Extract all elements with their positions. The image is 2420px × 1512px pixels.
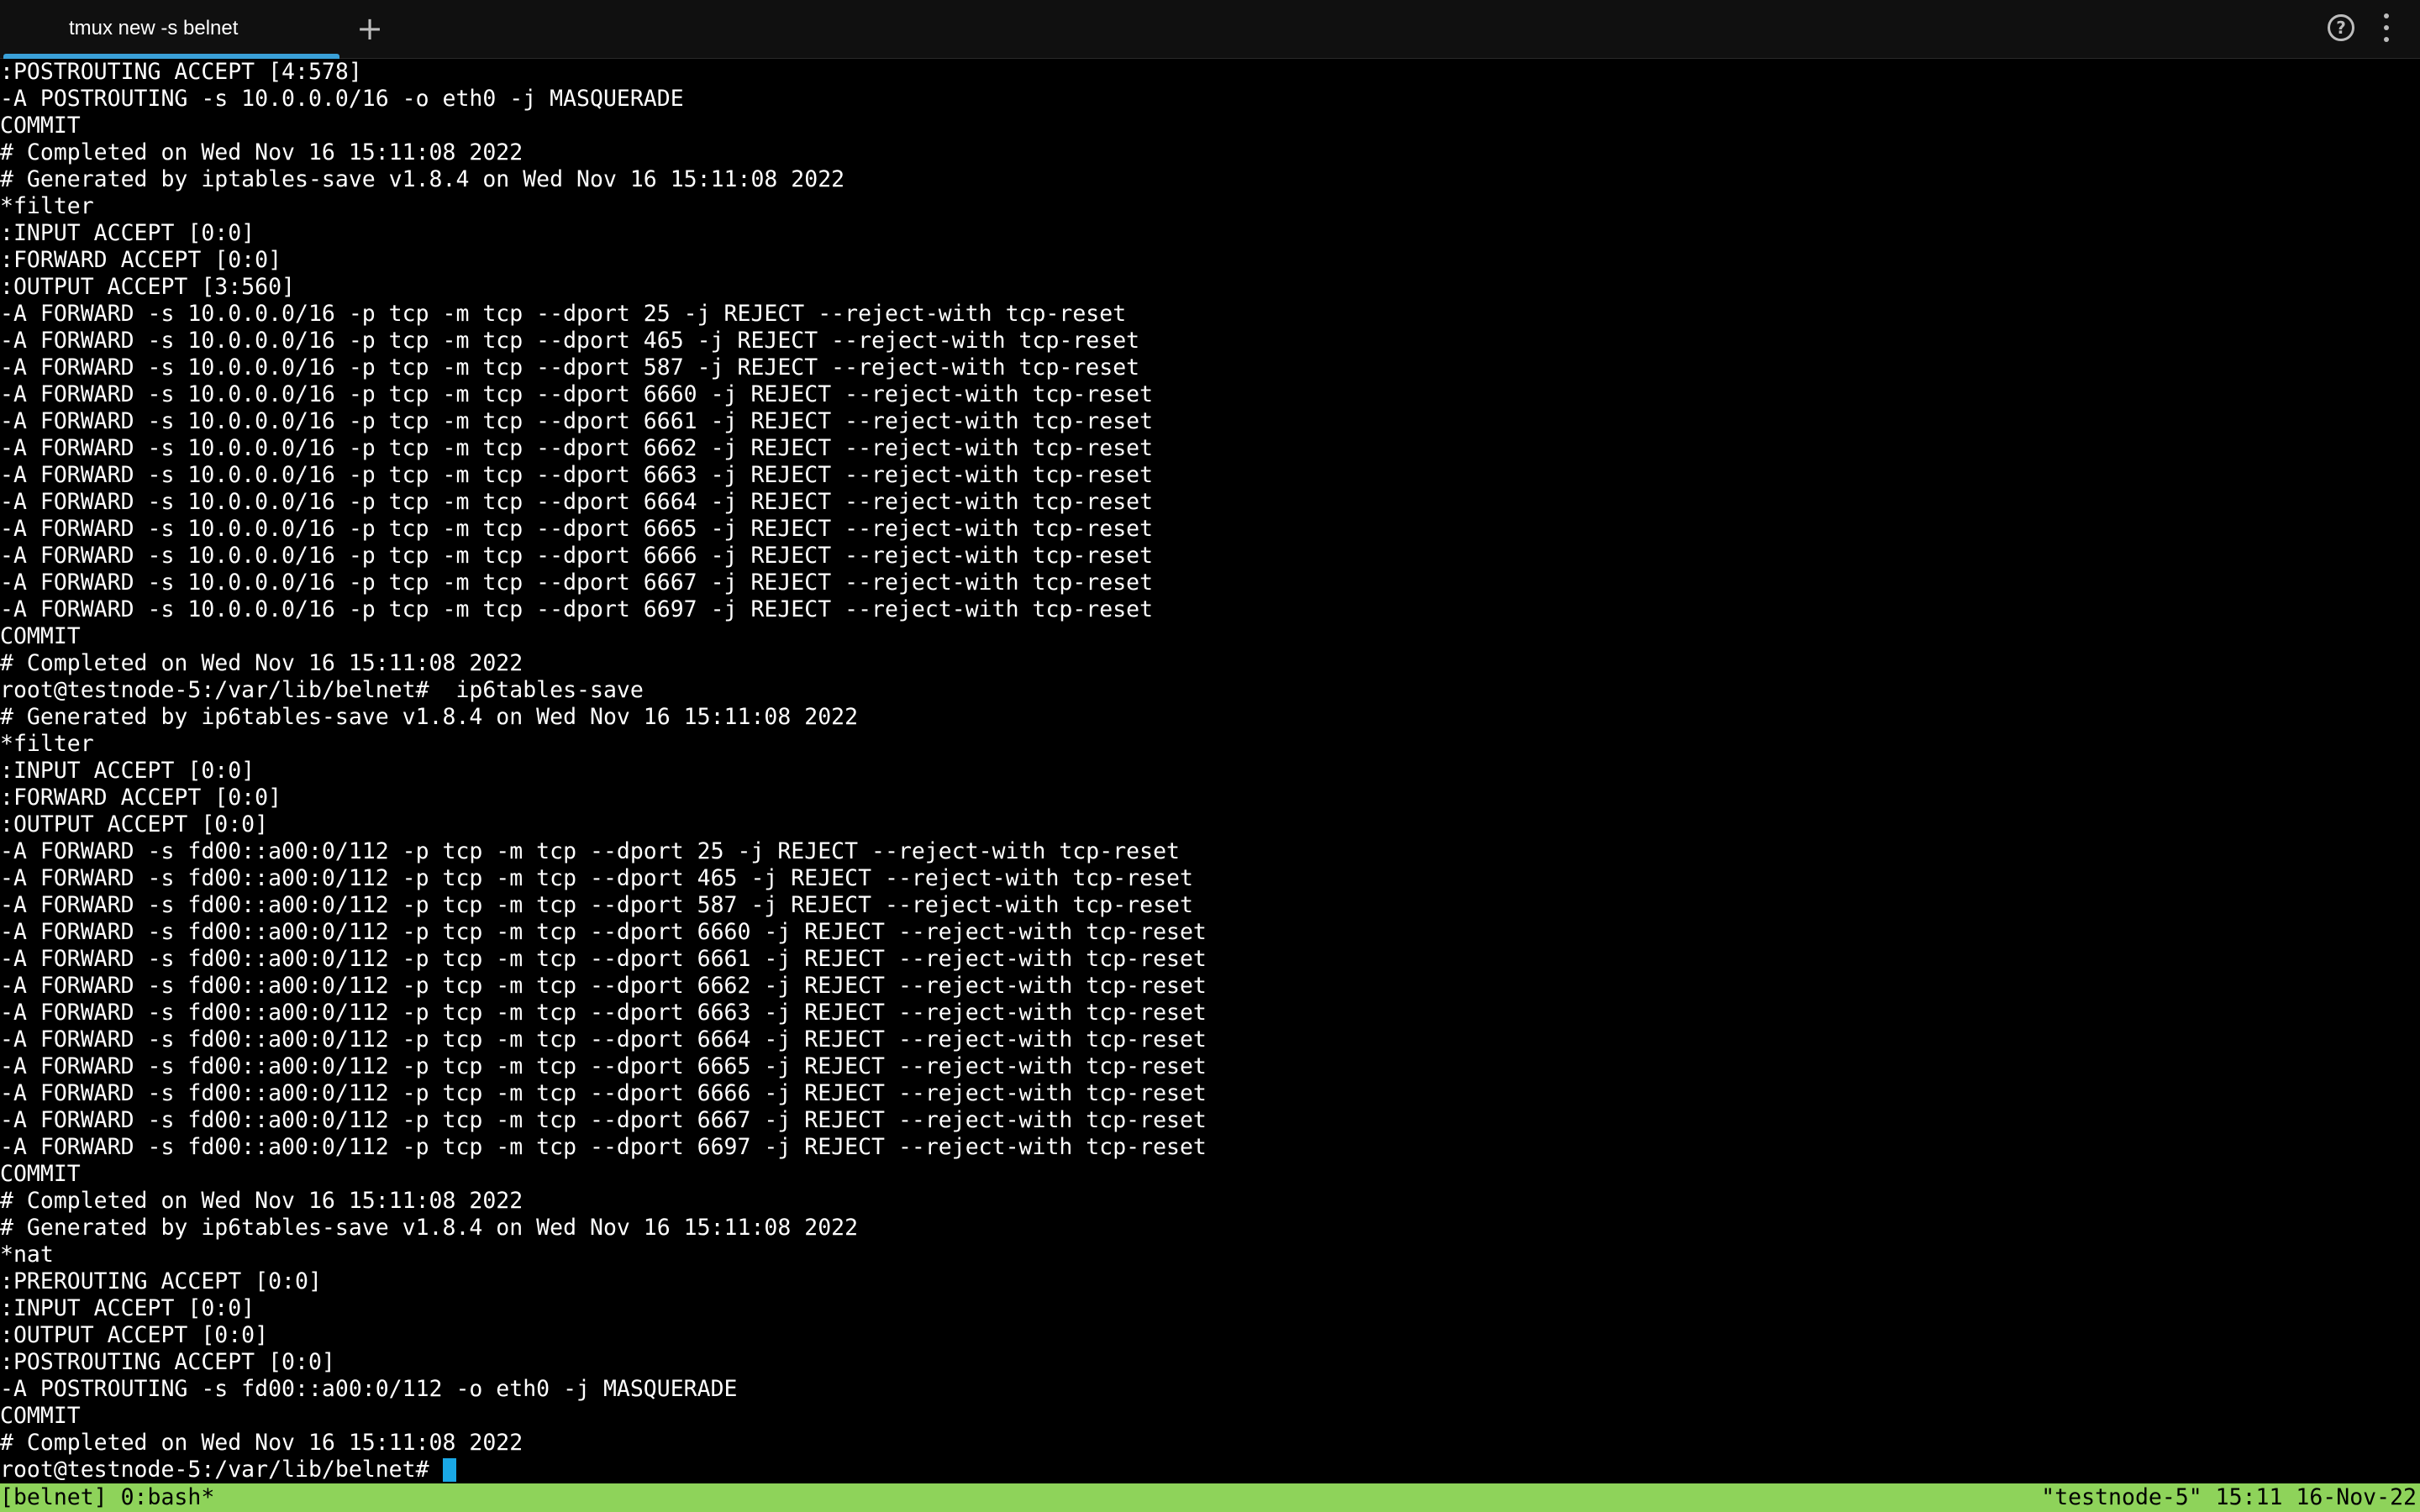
terminal-line: root@testnode-5:/var/lib/belnet# ip6tabl… [0,677,644,703]
shell-prompt: root@testnode-5:/var/lib/belnet# [0,1457,429,1483]
terminal-line: -A FORWARD -s 10.0.0.0/16 -p tcp -m tcp … [0,462,1154,488]
terminal-line: # Completed on Wed Nov 16 15:11:08 2022 [0,1430,523,1456]
terminal-line: -A FORWARD -s fd00::a00:0/112 -p tcp -m … [0,1080,1207,1106]
terminal-line: :FORWARD ACCEPT [0:0] [0,785,282,811]
terminal-line: :OUTPUT ACCEPT [0:0] [0,811,269,837]
terminal-line: -A FORWARD -s fd00::a00:0/112 -p tcp -m … [0,1053,1207,1079]
terminal-line: -A FORWARD -s 10.0.0.0/16 -p tcp -m tcp … [0,435,1154,461]
terminal-line: -A FORWARD -s 10.0.0.0/16 -p tcp -m tcp … [0,408,1154,434]
terminal-line: *nat [0,1242,54,1268]
terminal-line: -A FORWARD -s 10.0.0.0/16 -p tcp -m tcp … [0,489,1154,515]
plus-icon: + [356,10,383,47]
terminal-line: # Completed on Wed Nov 16 15:11:08 2022 [0,139,523,165]
terminal-line: # Generated by ip6tables-save v1.8.4 on … [0,704,859,730]
terminal-line: -A POSTROUTING -s 10.0.0.0/16 -o eth0 -j… [0,86,684,112]
tab-title: tmux new -s belnet [69,17,239,39]
menu-dot [2384,25,2389,30]
terminal-line: :FORWARD ACCEPT [0:0] [0,247,282,273]
terminal-line: COMMIT [0,1403,81,1429]
terminal-line: :INPUT ACCEPT [0:0] [0,220,255,246]
terminal-line: -A FORWARD -s 10.0.0.0/16 -p tcp -m tcp … [0,596,1154,622]
terminal-line: -A FORWARD -s fd00::a00:0/112 -p tcp -m … [0,1107,1207,1133]
terminal-line: -A FORWARD -s fd00::a00:0/112 -p tcp -m … [0,1000,1207,1026]
terminal-line: -A FORWARD -s fd00::a00:0/112 -p tcp -m … [0,973,1207,999]
terminal-line: -A FORWARD -s fd00::a00:0/112 -p tcp -m … [0,919,1207,945]
text-cursor [442,1458,456,1482]
tab-bar: tmux new -s belnet + ? [0,0,2420,59]
terminal-prompt-line[interactable]: root@testnode-5:/var/lib/belnet# [0,1457,2420,1483]
terminal-line: -A FORWARD -s 10.0.0.0/16 -p tcp -m tcp … [0,354,1140,381]
terminal-line: -A FORWARD -s fd00::a00:0/112 -p tcp -m … [0,946,1207,972]
status-left-session: [belnet] 0:bash* [0,1484,215,1510]
terminal-line: COMMIT [0,623,81,649]
terminal-line: # Completed on Wed Nov 16 15:11:08 2022 [0,1188,523,1214]
status-right-host-time: "testnode-5" 15:11 16-Nov-22 [2041,1484,2417,1510]
terminal-line: -A FORWARD -s fd00::a00:0/112 -p tcp -m … [0,1134,1207,1160]
tab-tmux-session[interactable]: tmux new -s belnet [3,0,339,59]
terminal-line: -A FORWARD -s fd00::a00:0/112 -p tcp -m … [0,892,1193,918]
terminal-line: *filter [0,193,94,219]
terminal-line: :PREROUTING ACCEPT [0:0] [0,1268,322,1294]
tmux-status-bar: [belnet] 0:bash* "testnode-5" 15:11 16-N… [0,1483,2420,1512]
help-circle-icon[interactable]: ? [2328,14,2354,41]
terminal-line: *filter [0,731,94,757]
terminal-line: -A FORWARD -s 10.0.0.0/16 -p tcp -m tcp … [0,301,1127,327]
terminal-line: -A FORWARD -s 10.0.0.0/16 -p tcp -m tcp … [0,570,1154,596]
terminal-line: :POSTROUTING ACCEPT [0:0] [0,1349,335,1375]
terminal-line: -A FORWARD -s 10.0.0.0/16 -p tcp -m tcp … [0,381,1154,407]
menu-dot [2384,13,2389,18]
terminal-line: # Generated by iptables-save v1.8.4 on W… [0,166,845,192]
terminal-output[interactable]: :POSTROUTING ACCEPT [4:578] -A POSTROUTIN… [0,59,2420,1483]
terminal-line: :INPUT ACCEPT [0:0] [0,758,255,784]
terminal-line: COMMIT [0,113,81,139]
terminal-line: :INPUT ACCEPT [0:0] [0,1295,255,1321]
terminal-line: -A FORWARD -s fd00::a00:0/112 -p tcp -m … [0,1026,1207,1053]
new-tab-button[interactable]: + [353,12,387,45]
terminal-line: -A FORWARD -s fd00::a00:0/112 -p tcp -m … [0,838,1180,864]
terminal-line: COMMIT [0,1161,81,1187]
terminal-line: -A POSTROUTING -s fd00::a00:0/112 -o eth… [0,1376,738,1402]
terminal-line: :POSTROUTING ACCEPT [4:578] [0,59,362,85]
terminal-line: -A FORWARD -s fd00::a00:0/112 -p tcp -m … [0,865,1193,891]
help-symbol: ? [2336,18,2346,38]
terminal-line: :OUTPUT ACCEPT [3:560] [0,274,295,300]
menu-dot [2384,37,2389,42]
terminal-line: -A FORWARD -s 10.0.0.0/16 -p tcp -m tcp … [0,543,1154,569]
terminal-line: :OUTPUT ACCEPT [0:0] [0,1322,269,1348]
terminal-line: # Completed on Wed Nov 16 15:11:08 2022 [0,650,523,676]
terminal-line: # Generated by ip6tables-save v1.8.4 on … [0,1215,859,1241]
terminal-line: -A FORWARD -s 10.0.0.0/16 -p tcp -m tcp … [0,328,1140,354]
terminal-line: -A FORWARD -s 10.0.0.0/16 -p tcp -m tcp … [0,516,1154,542]
more-vertical-icon[interactable] [2378,13,2395,44]
